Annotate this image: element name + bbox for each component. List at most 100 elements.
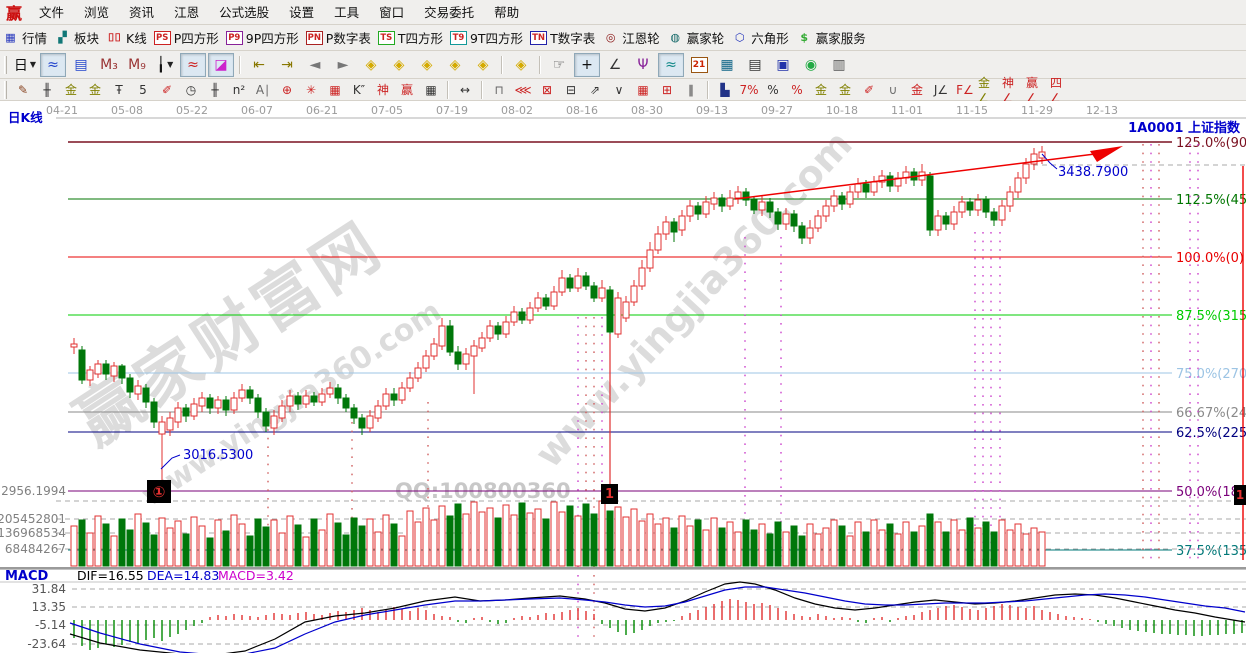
zigzag-teal-button[interactable]: ≈ bbox=[658, 53, 684, 77]
toolbar-button-quotes[interactable]: ▦行情 bbox=[2, 28, 47, 47]
ying-tool-button[interactable]: 赢 bbox=[395, 80, 419, 100]
zigzag-red-button[interactable]: ≈ bbox=[180, 53, 206, 77]
cup-tool-button[interactable]: ∪ bbox=[881, 80, 905, 100]
print-button[interactable]: ▥ bbox=[826, 53, 852, 77]
menu-item-4[interactable]: 公式选股 bbox=[209, 1, 279, 24]
grid-red-button[interactable]: ▦ bbox=[323, 80, 347, 100]
box-lines-button[interactable]: ⊟ bbox=[559, 80, 583, 100]
gold-line-button[interactable]: 金 bbox=[833, 80, 857, 100]
menu-item-1[interactable]: 浏览 bbox=[74, 1, 119, 24]
toolbar-button-winner-service[interactable]: $赢家服务 bbox=[796, 28, 866, 47]
circle-cross-red-button[interactable]: ⊕ bbox=[275, 80, 299, 100]
gann-shape-tool-button[interactable]: Ψ bbox=[630, 53, 656, 77]
kline-chart[interactable]: 赢家财富网www.yingjia360.comwww.yingjia360.co… bbox=[0, 101, 1246, 653]
page-forward-button[interactable]: ► bbox=[330, 53, 356, 77]
box-fan-button[interactable]: ⊠ bbox=[535, 80, 559, 100]
shen-angle-button[interactable]: 神∠ bbox=[1001, 80, 1025, 100]
fan-red-button[interactable]: ⋘ bbox=[511, 80, 535, 100]
gold-angle-button[interactable]: 金 bbox=[905, 80, 929, 100]
ladder-2-button[interactable]: ╫ bbox=[203, 80, 227, 100]
bars-9-button[interactable]: M₉ bbox=[124, 53, 150, 77]
bar-stats-button[interactable]: ▙ bbox=[713, 80, 737, 100]
star-red-button[interactable]: ✳ bbox=[299, 80, 323, 100]
gann-diamond-right-button[interactable]: ◈ bbox=[386, 53, 412, 77]
last-page-button[interactable]: ⇥ bbox=[274, 53, 300, 77]
toolbar-button-sectors[interactable]: ▞板块 bbox=[54, 28, 99, 47]
ying-angle-button[interactable]: 赢∠ bbox=[1025, 80, 1049, 100]
candlestick bbox=[207, 398, 213, 408]
gold-grid-2-button[interactable]: 金 bbox=[83, 80, 107, 100]
info-panel-button[interactable]: ▤ bbox=[68, 53, 94, 77]
period-dropdown-button[interactable]: 日▼ bbox=[12, 53, 38, 77]
v-lines-button[interactable]: ∨ bbox=[607, 80, 631, 100]
span-measure-button[interactable]: ↔ bbox=[453, 80, 477, 100]
volume-profile-button[interactable]: ◪ bbox=[208, 53, 234, 77]
n-squared-button[interactable]: n² bbox=[227, 80, 251, 100]
toolbar-button-gann-wheel[interactable]: ◎江恩轮 bbox=[602, 28, 660, 47]
web-sync-button[interactable]: ◉ bbox=[798, 53, 824, 77]
j-angle-button[interactable]: J∠ bbox=[929, 80, 953, 100]
gold-angle-2-button[interactable]: 金∠ bbox=[977, 80, 1001, 100]
grid-123-button[interactable]: ▦ bbox=[419, 80, 443, 100]
menu-item-8[interactable]: 交易委托 bbox=[414, 1, 484, 24]
bars-3-button[interactable]: M₃ bbox=[96, 53, 122, 77]
menu-item-0[interactable]: 文件 bbox=[29, 1, 74, 24]
first-page-button[interactable]: ⇤ bbox=[246, 53, 272, 77]
parallel-lines-button[interactable]: ∥ bbox=[679, 80, 703, 100]
menu-item-9[interactable]: 帮助 bbox=[484, 1, 529, 24]
calendar-21-button[interactable]: 21 bbox=[686, 53, 712, 77]
chart-area[interactable]: 赢家财富网www.yingjia360.comwww.yingjia360.co… bbox=[0, 101, 1246, 653]
zigzag-blue-button[interactable]: ≈ bbox=[40, 53, 66, 77]
toolbar-button-p-number-table[interactable]: PNP数字表 bbox=[306, 28, 371, 47]
menu-item-7[interactable]: 窗口 bbox=[369, 1, 414, 24]
gold-grid-1-button[interactable]: 金 bbox=[59, 80, 83, 100]
crosshair-tool-button[interactable]: + bbox=[574, 53, 600, 77]
four-angle-button[interactable]: 四∠ bbox=[1049, 80, 1073, 100]
shen-tool-button[interactable]: 神 bbox=[371, 80, 395, 100]
menu-item-6[interactable]: 工具 bbox=[324, 1, 369, 24]
gann-diamond-left-button[interactable]: ◈ bbox=[358, 53, 384, 77]
gann-diamond-move-button[interactable]: ◈ bbox=[508, 53, 534, 77]
f-ladder-button[interactable]: Ŧ bbox=[107, 80, 131, 100]
menu-item-2[interactable]: 资讯 bbox=[119, 1, 164, 24]
menu-item-3[interactable]: 江恩 bbox=[164, 1, 209, 24]
notes-button[interactable]: ▤ bbox=[742, 53, 768, 77]
toolbar-button-t-number-table[interactable]: TNT数字表 bbox=[530, 28, 595, 47]
k-double-button[interactable]: K″ bbox=[347, 80, 371, 100]
pen-red-button[interactable]: ✐ bbox=[155, 80, 179, 100]
grid-arrow-button[interactable]: ⊞ bbox=[655, 80, 679, 100]
gann-diamond-x-button[interactable]: ◈ bbox=[442, 53, 468, 77]
toolbar-button-hexagon[interactable]: ⬡六角形 bbox=[731, 28, 789, 47]
a-line-button[interactable]: A∣ bbox=[251, 80, 275, 100]
save-button[interactable]: ▣ bbox=[770, 53, 796, 77]
box-tool-button[interactable]: ⊓ bbox=[487, 80, 511, 100]
toolbar-button-t-square[interactable]: TST四方形 bbox=[378, 28, 443, 47]
price-ladder-button[interactable]: ╫ bbox=[35, 80, 59, 100]
toolbar-button-9t-square[interactable]: T99T四方形 bbox=[450, 28, 523, 47]
gann-diamond-h-button[interactable]: ◈ bbox=[414, 53, 440, 77]
pen-tool-button[interactable]: ✎ bbox=[11, 80, 35, 100]
hand-tool-button[interactable]: ☞ bbox=[546, 53, 572, 77]
gold-circle-button[interactable]: 金 bbox=[809, 80, 833, 100]
pen-red-2-button[interactable]: ✐ bbox=[857, 80, 881, 100]
percent-button[interactable]: % bbox=[761, 80, 785, 100]
volume-bar bbox=[327, 514, 333, 566]
toolbar-button-kline[interactable]: ⌷⌷K线 bbox=[106, 28, 147, 47]
candle-style-dropdown-button[interactable]: ╽▼ bbox=[152, 53, 178, 77]
calculator-button[interactable]: ▦ bbox=[714, 53, 740, 77]
grid-red-2-button[interactable]: ▦ bbox=[631, 80, 655, 100]
toolbar-button-winner-wheel[interactable]: ◍赢家轮 bbox=[667, 28, 725, 47]
spiral-5-button[interactable]: 5 bbox=[131, 80, 155, 100]
percent-7-button[interactable]: 7% bbox=[737, 80, 761, 100]
menu-item-5[interactable]: 设置 bbox=[279, 1, 324, 24]
percent-line-button[interactable]: % bbox=[785, 80, 809, 100]
page-back-button[interactable]: ◄ bbox=[302, 53, 328, 77]
f-angle-button[interactable]: F∠ bbox=[953, 80, 977, 100]
volume-bar bbox=[695, 520, 701, 566]
time-clock-button[interactable]: ◷ bbox=[179, 80, 203, 100]
toolbar-button-9p-square[interactable]: P99P四方形 bbox=[226, 28, 299, 47]
gann-diamond-all-button[interactable]: ◈ bbox=[470, 53, 496, 77]
toolbar-button-p-square[interactable]: PSP四方形 bbox=[154, 28, 219, 47]
arrow-lines-button[interactable]: ⇗ bbox=[583, 80, 607, 100]
angle-tool-button[interactable]: ∠ bbox=[602, 53, 628, 77]
